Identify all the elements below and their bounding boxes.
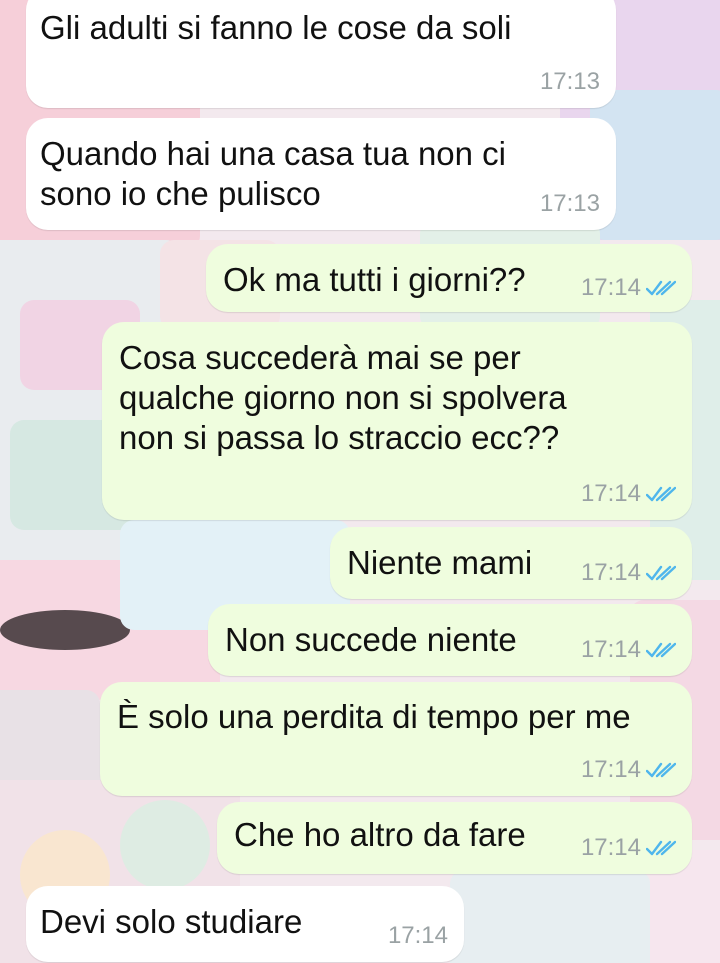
message-time: 17:14 [387, 922, 448, 949]
message-meta: 17:13 [540, 190, 600, 218]
message-meta: 17:14 [581, 636, 676, 664]
message-bubble-outgoing[interactable]: Che ho altro da fare 17:14 [217, 802, 692, 874]
double-check-icon [646, 565, 676, 581]
message-time: 17:14 [580, 756, 641, 783]
message-meta: 17:14 [581, 834, 676, 862]
message-time: 17:13 [539, 68, 600, 95]
message-time: 17:13 [539, 190, 600, 217]
message-meta: 17:14 [581, 756, 676, 784]
message-time: 17:14 [580, 559, 641, 586]
message-bubble-outgoing[interactable]: È solo una perdita di tempo per me 17:14 [100, 682, 692, 796]
chat-messages[interactable]: Gli adulti si fanno le cose da soli 17:1… [0, 0, 720, 963]
message-meta: 17:14 [581, 559, 676, 587]
message-meta: 17:14 [581, 274, 676, 302]
double-check-icon [646, 280, 676, 296]
double-check-icon [646, 840, 676, 856]
message-bubble-incoming[interactable]: Devi solo studiare 17:14 [26, 886, 464, 962]
message-bubble-outgoing[interactable]: Niente mami 17:14 [330, 527, 692, 599]
message-bubble-incoming[interactable]: Quando hai una casa tua non ci sono io c… [26, 118, 616, 230]
double-check-icon [646, 486, 676, 502]
message-bubble-outgoing[interactable]: Ok ma tutti i giorni?? 17:14 [206, 244, 692, 312]
message-time: 17:14 [580, 274, 641, 301]
message-meta: 17:14 [581, 480, 676, 508]
double-check-icon [646, 762, 676, 778]
message-text: Cosa succederà mai se per qualche giorno… [119, 339, 567, 456]
message-time: 17:14 [580, 636, 641, 663]
message-text: Gli adulti si fanno le cose da soli [40, 9, 512, 46]
message-text: È solo una perdita di tempo per me [117, 698, 631, 735]
message-time: 17:14 [580, 834, 641, 861]
message-meta: 17:13 [540, 68, 600, 96]
message-meta: 17:14 [388, 922, 448, 950]
double-check-icon [646, 642, 676, 658]
message-bubble-outgoing[interactable]: Cosa succederà mai se per qualche giorno… [102, 322, 692, 520]
message-bubble-incoming[interactable]: Gli adulti si fanno le cose da soli 17:1… [26, 0, 616, 108]
message-bubble-outgoing[interactable]: Non succede niente 17:14 [208, 604, 692, 676]
message-text: Quando hai una casa tua non ci sono io c… [40, 135, 507, 212]
message-time: 17:14 [580, 480, 641, 507]
